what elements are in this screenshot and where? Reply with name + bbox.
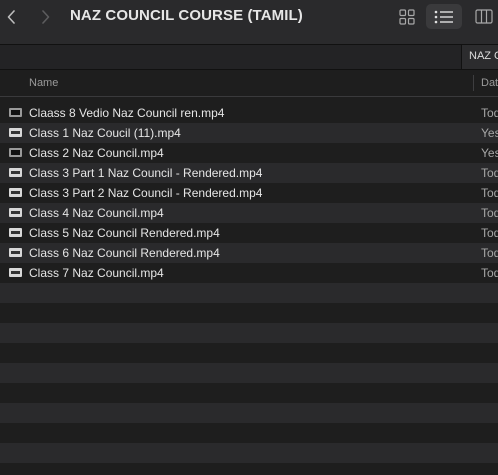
tab-bar: NAZ C: [0, 44, 498, 70]
empty-row: [0, 303, 498, 323]
file-date: Tod: [481, 166, 498, 180]
empty-row: [0, 423, 498, 443]
file-row[interactable]: Class 1 Naz Coucil (11).mp4 Yes: [0, 123, 498, 143]
grid-view-icon: [399, 8, 415, 25]
list-view-icon: [434, 10, 453, 23]
video-file-icon: [9, 188, 22, 197]
file-date: Tod: [481, 266, 498, 280]
tab-label: NAZ C: [469, 50, 498, 62]
file-row[interactable]: Class 2 Naz Council.mp4 Yes: [0, 143, 498, 163]
column-divider[interactable]: [473, 75, 474, 91]
empty-row: [0, 343, 498, 363]
empty-row: [0, 363, 498, 383]
video-file-icon: [9, 108, 22, 117]
video-file-icon: [9, 168, 22, 177]
video-file-icon: [9, 268, 22, 277]
file-row[interactable]: Class 4 Naz Council.mp4 Tod: [0, 203, 498, 223]
empty-row: [0, 383, 498, 403]
file-row[interactable]: Class 5 Naz Council Rendered.mp4 Tod: [0, 223, 498, 243]
empty-row: [0, 403, 498, 423]
column-view-icon: [475, 9, 493, 24]
file-name: Claass 8 Vedio Naz Council ren.mp4: [29, 106, 225, 120]
finder-window: NAZ COUNCIL COURSE (TAMIL) NAZ Name Dat …: [0, 0, 498, 475]
file-name: Class 1 Naz Coucil (11).mp4: [29, 126, 181, 140]
file-row[interactable]: Claass 8 Vedio Naz Council ren.mp4 Tod: [0, 103, 498, 123]
file-date: Tod: [481, 226, 498, 240]
file-name: Class 7 Naz Council.mp4: [29, 266, 164, 280]
video-file-icon: [9, 248, 22, 257]
video-file-icon: [9, 208, 22, 217]
forward-button[interactable]: [36, 7, 54, 27]
empty-row: [0, 323, 498, 343]
toolbar: NAZ COUNCIL COURSE (TAMIL): [0, 0, 498, 44]
file-name: Class 2 Naz Council.mp4: [29, 146, 164, 160]
empty-row: [0, 283, 498, 303]
column-header-name[interactable]: Name: [29, 77, 58, 89]
empty-row: [0, 463, 498, 475]
video-file-icon: [9, 128, 22, 137]
file-row[interactable]: Class 6 Naz Council Rendered.mp4 Tod: [0, 243, 498, 263]
list-view-button[interactable]: [426, 4, 462, 29]
grid-view-button[interactable]: [394, 4, 420, 29]
column-header: Name Dat: [0, 70, 498, 97]
file-date: Yes: [481, 126, 498, 140]
file-date: Tod: [481, 106, 498, 120]
tab-naz-council[interactable]: NAZ C: [461, 45, 498, 69]
empty-row: [0, 443, 498, 463]
file-list: Claass 8 Vedio Naz Council ren.mp4 Tod C…: [0, 103, 498, 475]
file-date: Tod: [481, 186, 498, 200]
column-header-date[interactable]: Dat: [481, 77, 498, 89]
file-name: Class 5 Naz Council Rendered.mp4: [29, 226, 220, 240]
chevron-right-icon: [41, 10, 49, 24]
window-title: NAZ COUNCIL COURSE (TAMIL): [70, 7, 303, 24]
video-file-icon: [9, 148, 22, 157]
file-row[interactable]: Class 7 Naz Council.mp4 Tod: [0, 263, 498, 283]
file-name: Class 4 Naz Council.mp4: [29, 206, 164, 220]
file-name: Class 6 Naz Council Rendered.mp4: [29, 246, 220, 260]
column-view-button[interactable]: [470, 4, 498, 29]
file-row[interactable]: Class 3 Part 2 Naz Council - Rendered.mp…: [0, 183, 498, 203]
file-date: Tod: [481, 246, 498, 260]
file-name: Class 3 Part 1 Naz Council - Rendered.mp…: [29, 166, 263, 180]
video-file-icon: [9, 228, 22, 237]
chevron-left-icon: [7, 10, 15, 24]
file-row[interactable]: Class 3 Part 1 Naz Council - Rendered.mp…: [0, 163, 498, 183]
file-date: Yes: [481, 146, 498, 160]
back-button[interactable]: [2, 7, 20, 27]
file-name: Class 3 Part 2 Naz Council - Rendered.mp…: [29, 186, 263, 200]
file-date: Tod: [481, 206, 498, 220]
